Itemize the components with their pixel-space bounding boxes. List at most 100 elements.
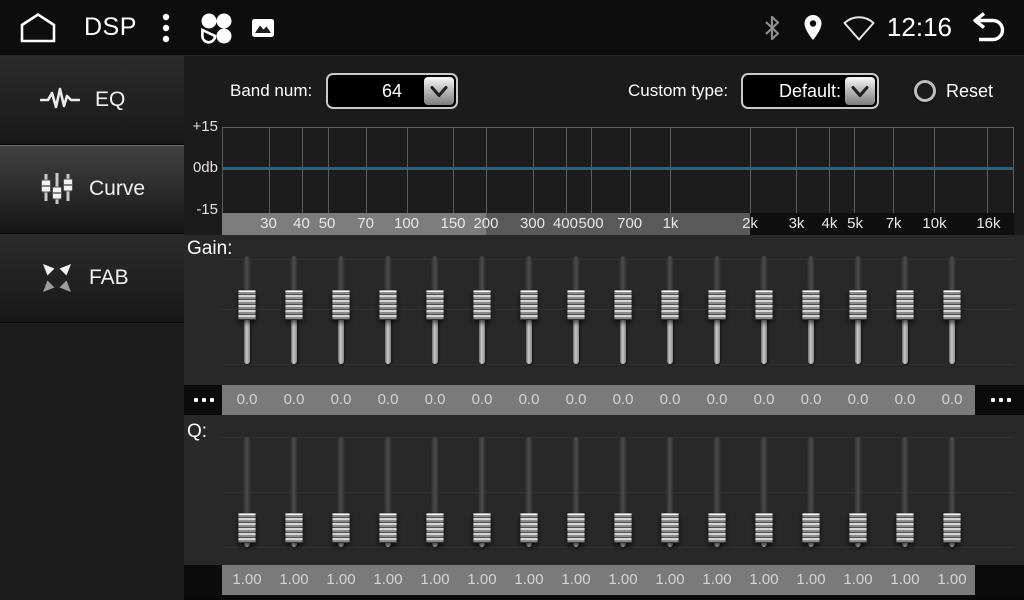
q-slider[interactable] [614, 437, 632, 547]
gain-slider[interactable] [943, 256, 961, 364]
chevron-down-icon[interactable] [424, 77, 454, 105]
gain-slider-thumb[interactable] [520, 290, 538, 320]
wifi-icon[interactable] [841, 14, 877, 41]
gain-slider-thumb[interactable] [661, 290, 679, 320]
gain-more-right-button[interactable] [978, 385, 1023, 415]
gain-slider-thumb[interactable] [473, 290, 491, 320]
q-sliders [184, 437, 1024, 547]
q-slider-thumb[interactable] [238, 513, 256, 543]
home-icon[interactable] [14, 10, 62, 46]
q-slider-thumb[interactable] [567, 513, 585, 543]
gain-slider[interactable] [849, 256, 867, 364]
gain-slider-thumb[interactable] [379, 290, 397, 320]
slider-track-upper [808, 437, 815, 519]
freq-tick-label: 50 [319, 213, 336, 235]
custom-type-dropdown[interactable]: Default: [741, 73, 879, 109]
menu-dots-icon[interactable] [161, 10, 171, 46]
back-icon[interactable] [964, 11, 1010, 45]
curve-page: Band num: 64 Custom type: Default: Reset… [184, 56, 1024, 600]
sidebar-item-fab[interactable]: FAB [0, 234, 184, 323]
q-slider-thumb[interactable] [520, 513, 538, 543]
q-slider-thumb[interactable] [426, 513, 444, 543]
waveform-icon [40, 84, 80, 116]
gain-slider[interactable] [379, 256, 397, 364]
q-slider[interactable] [849, 437, 867, 547]
y-axis-label-bottom: -15 [184, 202, 218, 218]
q-slider-thumb[interactable] [661, 513, 679, 543]
gain-slider-thumb[interactable] [426, 290, 444, 320]
gain-slider[interactable] [285, 256, 303, 364]
q-slider-thumb[interactable] [285, 513, 303, 543]
chevron-down-icon[interactable] [845, 77, 875, 105]
band-num-label: Band num: [230, 74, 312, 108]
band-num-dropdown[interactable]: 64 [326, 73, 458, 109]
gain-slider[interactable] [802, 256, 820, 364]
q-slider-thumb[interactable] [802, 513, 820, 543]
q-slider[interactable] [708, 437, 726, 547]
slider-track-lower [432, 316, 438, 364]
gain-slider[interactable] [896, 256, 914, 364]
q-slider-thumb[interactable] [332, 513, 350, 543]
q-slider[interactable] [567, 437, 585, 547]
gain-slider-thumb[interactable] [849, 290, 867, 320]
q-slider[interactable] [896, 437, 914, 547]
apps-icon[interactable] [199, 11, 233, 45]
gain-slider-thumb[interactable] [708, 290, 726, 320]
sidebar-item-curve[interactable]: Curve [0, 145, 184, 234]
slider-track-upper [714, 437, 721, 519]
gain-slider-thumb[interactable] [943, 290, 961, 320]
slider-track-lower [291, 316, 297, 364]
gain-slider[interactable] [708, 256, 726, 364]
q-slider-thumb[interactable] [708, 513, 726, 543]
q-slider-thumb[interactable] [943, 513, 961, 543]
gain-value: 0.0 [741, 385, 787, 415]
gain-slider-thumb[interactable] [567, 290, 585, 320]
q-slider[interactable] [285, 437, 303, 547]
q-slider[interactable] [520, 437, 538, 547]
gain-more-left-button[interactable] [185, 385, 222, 415]
q-slider[interactable] [426, 437, 444, 547]
gain-slider[interactable] [661, 256, 679, 364]
reset-button[interactable]: Reset [914, 74, 993, 108]
q-slider-thumb[interactable] [896, 513, 914, 543]
gain-slider[interactable] [567, 256, 585, 364]
q-slider[interactable] [238, 437, 256, 547]
freq-tick-label: 300 [520, 213, 545, 235]
y-axis-label-top: +15 [184, 119, 218, 135]
gain-slider-thumb[interactable] [614, 290, 632, 320]
q-slider[interactable] [802, 437, 820, 547]
gain-slider[interactable] [520, 256, 538, 364]
location-icon[interactable] [803, 14, 823, 41]
gain-slider-thumb[interactable] [332, 290, 350, 320]
gain-slider[interactable] [614, 256, 632, 364]
gain-slider[interactable] [426, 256, 444, 364]
gain-slider[interactable] [238, 256, 256, 364]
q-slider[interactable] [943, 437, 961, 547]
gain-slider-thumb[interactable] [285, 290, 303, 320]
q-slider-thumb[interactable] [755, 513, 773, 543]
q-slider[interactable] [473, 437, 491, 547]
q-slider[interactable] [755, 437, 773, 547]
q-slider[interactable] [332, 437, 350, 547]
gain-slider-thumb[interactable] [802, 290, 820, 320]
q-slider-thumb[interactable] [473, 513, 491, 543]
q-slider-thumb[interactable] [614, 513, 632, 543]
gain-slider-thumb[interactable] [238, 290, 256, 320]
gain-slider[interactable] [755, 256, 773, 364]
bluetooth-icon[interactable] [763, 14, 781, 42]
q-panel: Q: [184, 415, 1024, 565]
gallery-icon[interactable] [251, 18, 275, 38]
gain-slider[interactable] [473, 256, 491, 364]
gain-slider-thumb[interactable] [755, 290, 773, 320]
q-value: 1.00 [318, 565, 364, 595]
q-slider[interactable] [379, 437, 397, 547]
sidebar-item-eq[interactable]: EQ [0, 56, 184, 145]
gain-slider[interactable] [332, 256, 350, 364]
q-value: 1.00 [553, 565, 599, 595]
q-slider-thumb[interactable] [379, 513, 397, 543]
gain-slider-thumb[interactable] [896, 290, 914, 320]
q-slider-thumb[interactable] [849, 513, 867, 543]
freq-tick-label: 500 [579, 213, 604, 235]
q-value: 1.00 [365, 565, 411, 595]
q-slider[interactable] [661, 437, 679, 547]
